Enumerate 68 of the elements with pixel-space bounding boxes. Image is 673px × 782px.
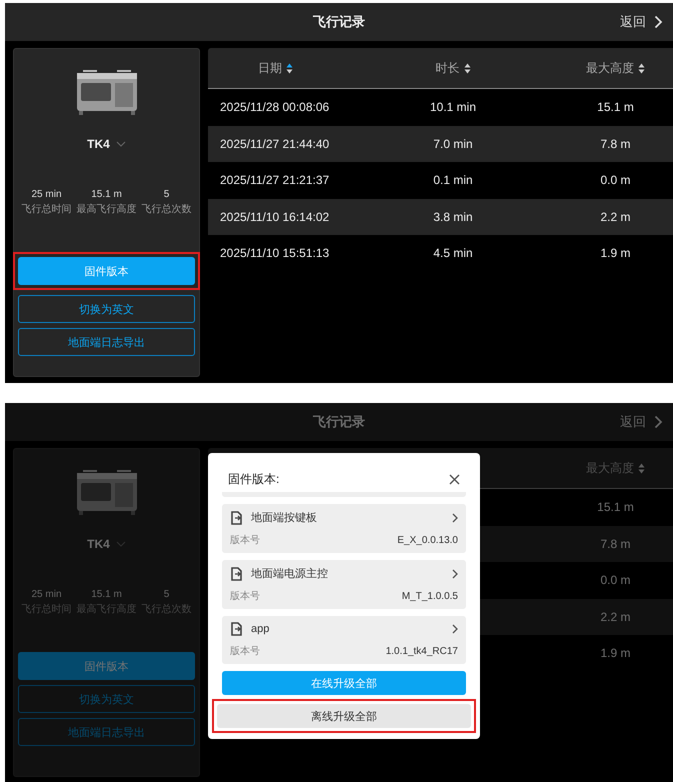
table-cell-text: 10.1 min — [428, 100, 478, 114]
stat-value: 5 — [164, 589, 170, 600]
table-cell-text: 2025/11/27 21:21:37 — [219, 173, 330, 188]
sort-icon[interactable] — [464, 62, 470, 74]
version-value: 1.0.1_tk4_RC17 — [386, 646, 458, 656]
sort-icon[interactable] — [638, 62, 645, 74]
stat-label: 最高飞行高度 — [76, 202, 136, 216]
table-cell-text: 4.5 min — [432, 246, 474, 260]
stat-value: 25 min — [31, 589, 62, 600]
table-cell-text: 2.2 m — [599, 210, 632, 224]
chevron-right-icon — [654, 415, 663, 429]
chevron-right-icon — [654, 15, 663, 29]
table-row[interactable]: 2025/11/27 21:21:37 0.1 min 0.0 m — [208, 162, 673, 198]
panel-button[interactable]: 地面端日志导出 — [18, 328, 195, 356]
file-icon — [230, 622, 243, 636]
column-header[interactable]: 时长 — [436, 60, 460, 76]
firmware-item[interactable]: 地面端电源主控 版本号 M_T_1.0.0.5 — [222, 560, 466, 609]
file-icon — [230, 510, 243, 524]
table-row[interactable]: 2025/11/28 00:08:06 10.1 min 15.1 m — [208, 89, 673, 126]
table-cell-text: 2025/11/27 21:44:40 — [219, 136, 330, 151]
dialog-title: 固件版本: — [228, 471, 280, 488]
table-row[interactable]: 2025/11/10 15:51:13 4.5 min 1.9 m — [208, 235, 673, 272]
stat-value: 25 min — [31, 189, 62, 200]
table-cell-text: 2025/11/28 00:08:06 — [219, 100, 330, 114]
item-name: app — [251, 623, 270, 635]
device-name: TK4 — [87, 537, 110, 551]
file-icon — [230, 566, 243, 580]
chevron-down-icon[interactable] — [116, 141, 126, 147]
table-row[interactable]: 2025/11/10 16:14:02 3.8 min 2.2 m — [208, 198, 673, 235]
page-title: 飞行记录 — [313, 413, 365, 431]
version-label: 版本号 — [230, 534, 261, 547]
sort-icon[interactable] — [286, 62, 293, 74]
table-row[interactable]: 2025/11/27 21:44:40 7.0 min 7.8 m — [208, 126, 673, 162]
chevron-right-icon — [452, 512, 458, 522]
table-cell-text: 2.2 m — [599, 610, 632, 624]
upgrade-button[interactable]: 离线升级全部 — [217, 704, 471, 728]
stat-value: 15.1 m — [91, 589, 122, 600]
table-cell-text: 2025/11/10 16:14:02 — [219, 210, 330, 224]
firmware-item[interactable]: app 版本号 1.0.1_tk4_RC17 — [222, 616, 466, 664]
version-label: 版本号 — [230, 644, 261, 658]
table-cell-text: 7.8 m — [599, 536, 632, 551]
table-cell-text: 0.1 min — [432, 173, 474, 188]
version-value: M_T_1.0.0.5 — [402, 590, 458, 602]
close-icon[interactable] — [449, 474, 460, 485]
table-cell-text: 7.0 min — [432, 136, 474, 151]
version-label: 版本号 — [230, 590, 261, 603]
table-cell-text: 3.8 min — [432, 210, 474, 224]
column-header[interactable]: 最大高度 — [586, 60, 634, 76]
firmware-item[interactable]: 地面端按键板 版本号 E_X_0.0.13.0 — [222, 504, 466, 553]
back-button[interactable]: 返回 — [620, 13, 663, 31]
table-cell-text: 7.8 m — [599, 136, 632, 151]
table-cell-text: 2025/11/10 15:51:13 — [219, 246, 330, 260]
chevron-right-icon — [452, 568, 458, 578]
stat-label: 飞行总次数 — [142, 202, 192, 216]
item-name: 地面端电源主控 — [251, 566, 329, 581]
table-cell-text: 15.1 m — [596, 100, 635, 114]
stat-value: 15.1 m — [91, 189, 122, 200]
stat-value: 5 — [164, 189, 170, 200]
version-value: E_X_0.0.13.0 — [397, 534, 458, 546]
table-cell-text: 1.9 m — [599, 246, 632, 260]
stat-label: 飞行总时间 — [22, 202, 72, 216]
page-title: 飞行记录 — [313, 13, 365, 31]
item-name: 地面端按键板 — [251, 511, 318, 525]
panel-button[interactable]: 切换为英文 — [18, 295, 195, 323]
column-header[interactable]: 日期 — [258, 60, 282, 76]
table-cell-text: 0.0 m — [599, 173, 632, 188]
chevron-right-icon — [452, 624, 458, 634]
device-name: TK4 — [87, 137, 110, 151]
